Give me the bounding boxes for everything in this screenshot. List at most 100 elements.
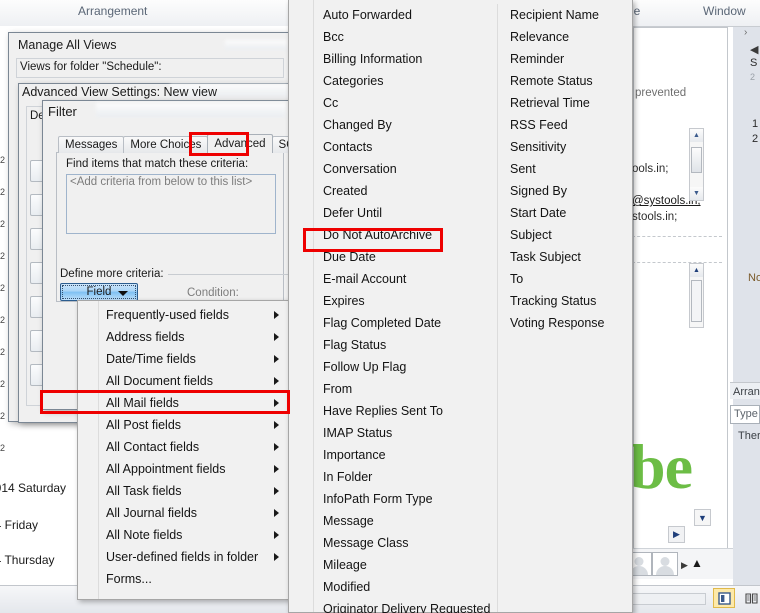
no-items-text: No: [748, 272, 760, 284]
scrollbar-thumb[interactable]: [691, 280, 702, 322]
people-pane-collapse-icon[interactable]: ▲: [691, 556, 703, 570]
menu-item-in-folder[interactable]: In Folder: [289, 466, 497, 488]
people-pane-next-icon[interactable]: ▶: [681, 560, 688, 571]
reading-pane-separator: [632, 262, 722, 263]
tab-advanced[interactable]: Advanced: [207, 134, 273, 153]
menu-item-infopath-form-type[interactable]: InfoPath Form Type: [289, 488, 497, 510]
field-dropdown-button[interactable]: Field: [60, 283, 138, 301]
menu-item-importance[interactable]: Importance: [289, 444, 497, 466]
menu-item-all-note-fields[interactable]: All Note fields: [78, 524, 289, 546]
scroll-up-icon[interactable]: ▲: [690, 129, 703, 142]
previous-arrow-icon[interactable]: ◀: [750, 43, 758, 56]
menu-item-imap-status[interactable]: IMAP Status: [289, 422, 497, 444]
tab-messages[interactable]: Messages: [58, 136, 125, 153]
submenu-arrow-icon: [274, 509, 279, 517]
menu-item-follow-up-flag[interactable]: Follow Up Flag: [289, 356, 497, 378]
left-time-marker: 2: [0, 283, 6, 293]
menu-item-all-appointment-fields[interactable]: All Appointment fields: [78, 458, 289, 480]
menu-item-subject[interactable]: Subject: [498, 224, 632, 246]
menu-item-recipient-name[interactable]: Recipient Name: [498, 4, 632, 26]
menu-item-due-date[interactable]: Due Date: [289, 246, 497, 268]
calendar-date-row[interactable]: 14 Friday: [0, 518, 38, 532]
menu-item-billing-information[interactable]: Billing Information: [289, 48, 497, 70]
menu-item-message-class[interactable]: Message Class: [289, 532, 497, 554]
menu-item-forms[interactable]: Forms...: [78, 568, 289, 590]
menu-item-modified[interactable]: Modified: [289, 576, 497, 598]
menu-item-mileage[interactable]: Mileage: [289, 554, 497, 576]
filter-tabs: Messages More Choices Advanced SQL: [58, 134, 309, 153]
menu-item-all-mail-fields[interactable]: All Mail fields: [78, 392, 289, 414]
menu-item-contacts[interactable]: Contacts: [289, 136, 497, 158]
submenu-column-1: Auto Forwarded Bcc Billing Information C…: [289, 4, 497, 613]
menu-item-email-account[interactable]: E-mail Account: [289, 268, 497, 290]
menu-item-rss-feed[interactable]: RSS Feed: [498, 114, 632, 136]
menu-item-originator-delivery-requested[interactable]: Originator Delivery Requested: [289, 598, 497, 613]
scroll-up-icon[interactable]: ▲: [690, 264, 703, 277]
menu-item-cc[interactable]: Cc: [289, 92, 497, 114]
menu-item-tracking-status[interactable]: Tracking Status: [498, 290, 632, 312]
calendar-date-row[interactable]: 2014 Saturday: [0, 481, 66, 495]
menu-item-relevance[interactable]: Relevance: [498, 26, 632, 48]
menu-item-defer-until[interactable]: Defer Until: [289, 202, 497, 224]
menu-item-start-date[interactable]: Start Date: [498, 202, 632, 224]
menu-item-flag-completed-date[interactable]: Flag Completed Date: [289, 312, 497, 334]
appointment-time: 2: [752, 133, 759, 145]
expand-chevron-icon[interactable]: ›: [744, 27, 747, 38]
search-placeholder: Type a: [734, 408, 760, 420]
expand-down-button[interactable]: ▼: [694, 509, 711, 526]
menu-item-changed-by[interactable]: Changed By: [289, 114, 497, 136]
menu-item-all-journal-fields[interactable]: All Journal fields: [78, 502, 289, 524]
left-time-marker: 2: [0, 315, 6, 325]
normal-view-button[interactable]: [713, 588, 735, 608]
focus-outline: [62, 285, 136, 299]
menu-item-message[interactable]: Message: [289, 510, 497, 532]
define-more-criteria-rule: [168, 274, 288, 275]
play-next-button[interactable]: ▶: [668, 526, 685, 543]
menu-item-reminder[interactable]: Reminder: [498, 48, 632, 70]
submenu-arrow-icon: [274, 399, 279, 407]
reading-pane-scrollbar-upper[interactable]: ▲ ▼: [689, 128, 704, 201]
menu-item-bcc[interactable]: Bcc: [289, 26, 497, 48]
menu-item-user-defined-fields-in-folder[interactable]: User-defined fields in folder: [78, 546, 289, 568]
menu-item-conversation[interactable]: Conversation: [289, 158, 497, 180]
scroll-down-icon[interactable]: ▼: [690, 187, 703, 200]
titlebar-buttons-blur: [96, 103, 286, 117]
menu-item-frequently-used-fields[interactable]: Frequently-used fields: [78, 304, 289, 326]
ribbon-label-arrangement: Arrangement: [78, 4, 148, 18]
menu-item-have-replies-sent-to[interactable]: Have Replies Sent To: [289, 400, 497, 422]
menu-item-do-not-autoarchive[interactable]: Do Not AutoArchive: [289, 224, 497, 246]
menu-item-auto-forwarded[interactable]: Auto Forwarded: [289, 4, 497, 26]
menu-item-task-subject[interactable]: Task Subject: [498, 246, 632, 268]
submenu-arrow-icon: [274, 311, 279, 319]
menu-item-sensitivity[interactable]: Sensitivity: [498, 136, 632, 158]
menu-item-address-fields[interactable]: Address fields: [78, 326, 289, 348]
avatar[interactable]: [652, 552, 678, 576]
manage-all-views-title: Manage All Views: [18, 38, 117, 52]
menu-item-categories[interactable]: Categories: [289, 70, 497, 92]
calendar-date-row[interactable]: 14 Thursday: [0, 553, 55, 567]
menu-item-sent[interactable]: Sent: [498, 158, 632, 180]
menu-item-all-task-fields[interactable]: All Task fields: [78, 480, 289, 502]
reading-pane-scrollbar-lower[interactable]: ▲: [689, 263, 704, 328]
menu-item-created[interactable]: Created: [289, 180, 497, 202]
menu-item-to[interactable]: To: [498, 268, 632, 290]
menu-item-all-post-fields[interactable]: All Post fields: [78, 414, 289, 436]
tab-more-choices[interactable]: More Choices: [123, 136, 209, 153]
appointment-date: 2: [750, 72, 756, 82]
left-time-marker: 2: [0, 251, 6, 261]
menu-item-date-time-fields[interactable]: Date/Time fields: [78, 348, 289, 370]
menu-item-remote-status[interactable]: Remote Status: [498, 70, 632, 92]
field-category-menu: Frequently-used fields Address fields Da…: [77, 300, 290, 600]
menu-item-expires[interactable]: Expires: [289, 290, 497, 312]
menu-item-all-contact-fields[interactable]: All Contact fields: [78, 436, 289, 458]
reading-view-button[interactable]: [740, 588, 760, 608]
avatar-body-icon: [656, 566, 674, 575]
menu-item-signed-by[interactable]: Signed By: [498, 180, 632, 202]
menu-item-from[interactable]: From: [289, 378, 497, 400]
menu-item-voting-response[interactable]: Voting Response: [498, 312, 632, 334]
scrollbar-thumb[interactable]: [691, 147, 702, 173]
submenu-arrow-icon: [274, 465, 279, 473]
menu-item-flag-status[interactable]: Flag Status: [289, 334, 497, 356]
menu-item-all-document-fields[interactable]: All Document fields: [78, 370, 289, 392]
menu-item-retrieval-time[interactable]: Retrieval Time: [498, 92, 632, 114]
